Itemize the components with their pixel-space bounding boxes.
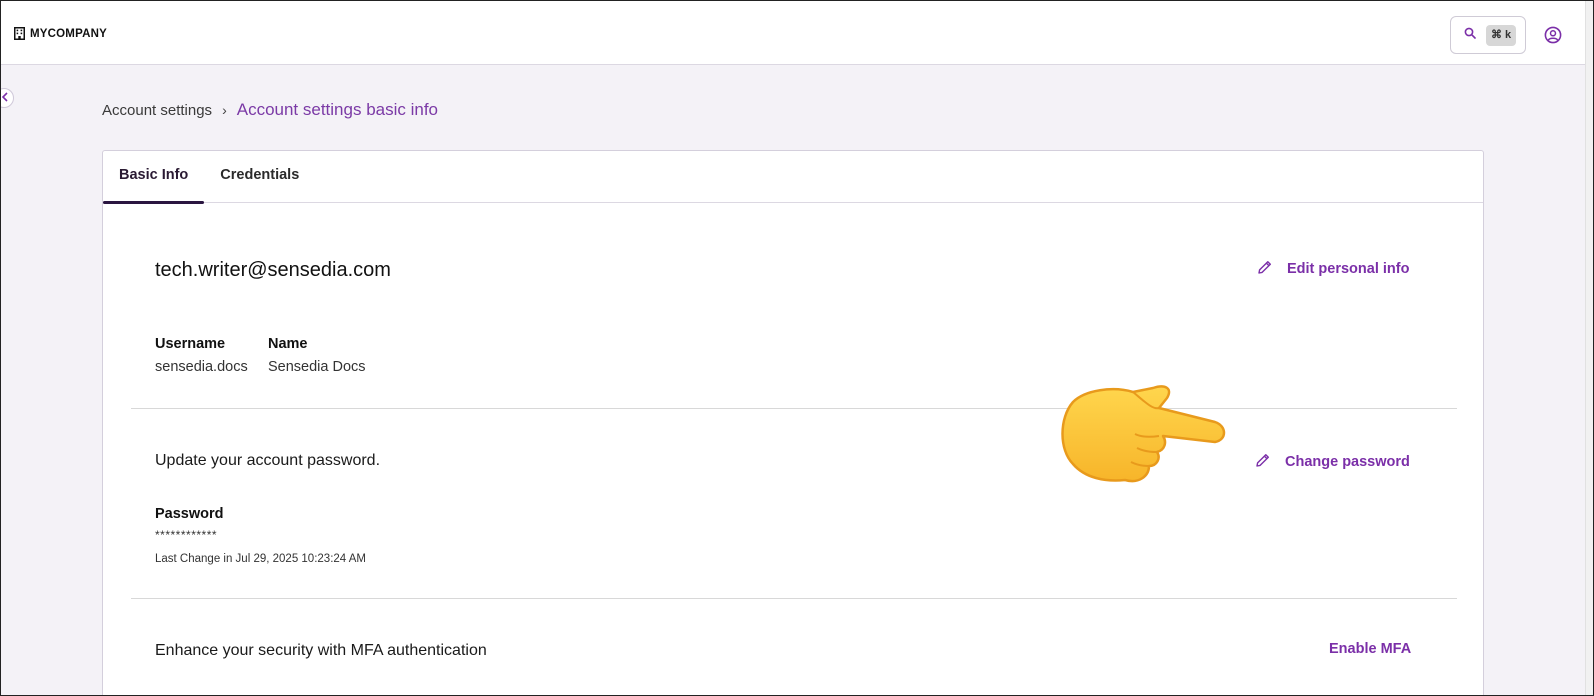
breadcrumb-parent-link[interactable]: Account settings <box>102 102 212 119</box>
building-icon <box>14 27 25 40</box>
edit-personal-info-button[interactable]: Edit personal info <box>1257 259 1409 279</box>
password-last-change: Last Change in Jul 29, 2025 10:23:24 AM <box>155 553 366 565</box>
pointing-hand-icon <box>1055 380 1235 493</box>
search-button[interactable]: ⌘ k <box>1450 16 1526 54</box>
pencil-icon <box>1257 259 1273 279</box>
page-scrollbar[interactable] <box>1585 0 1594 696</box>
brand-name: MYCOMPANY <box>30 27 107 40</box>
password-label: Password <box>155 506 224 522</box>
breadcrumb-separator: › <box>222 102 227 118</box>
section-divider <box>131 598 1457 599</box>
mfa-heading: Enhance your security with MFA authentic… <box>155 642 487 659</box>
breadcrumb-current: Account settings basic info <box>236 100 439 119</box>
breadcrumb: Account settings › Account settings basi… <box>102 100 438 120</box>
name-value: Sensedia Docs <box>268 359 366 375</box>
name-label: Name <box>268 336 308 352</box>
password-masked-value: ************ <box>155 528 218 542</box>
edit-personal-info-label: Edit personal info <box>1287 261 1410 277</box>
top-bar: MYCOMPANY ⌘ k <box>1 1 1585 65</box>
chevron-left-icon <box>1 89 9 107</box>
tab-credentials[interactable]: Credentials <box>204 151 315 203</box>
tab-bar: Basic Info Credentials <box>103 151 1483 204</box>
section-divider <box>131 408 1457 409</box>
change-password-label: Change password <box>1285 454 1410 470</box>
username-label: Username <box>155 336 226 352</box>
search-icon <box>1464 26 1476 44</box>
user-circle-icon[interactable] <box>1544 26 1562 49</box>
password-heading: Update your account password. <box>155 452 381 469</box>
tab-basic-info[interactable]: Basic Info <box>103 151 205 204</box>
account-email: tech.writer@sensedia.com <box>155 259 391 281</box>
search-shortcut-badge: ⌘ k <box>1486 24 1517 46</box>
username-value: sensedia.docs <box>155 359 248 375</box>
sidebar-toggle-button[interactable] <box>0 88 14 108</box>
brand[interactable]: MYCOMPANY <box>14 27 107 40</box>
enable-mfa-label: Enable MFA <box>1329 641 1412 657</box>
enable-mfa-button[interactable]: Enable MFA <box>1329 641 1411 657</box>
change-password-button[interactable]: Change password <box>1255 452 1410 472</box>
pencil-icon <box>1255 452 1271 472</box>
settings-card: Basic Info Credentials tech.writer@sense… <box>102 150 1484 696</box>
